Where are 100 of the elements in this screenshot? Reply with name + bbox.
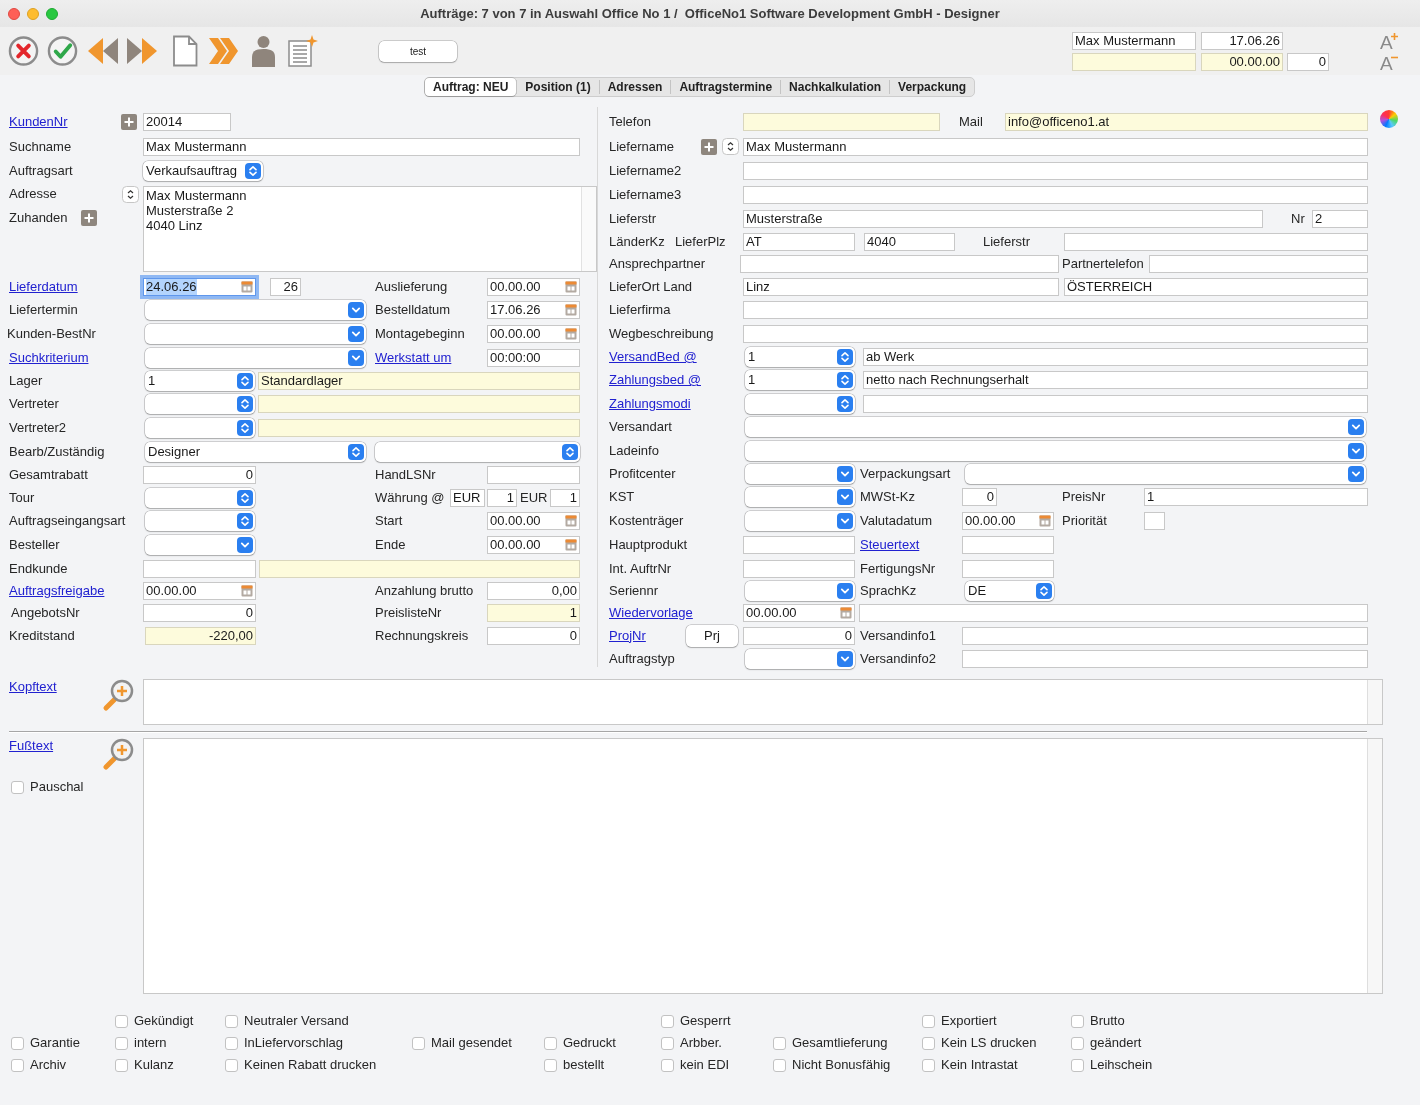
- tab[interactable]: Position (1): [517, 78, 599, 96]
- checkbox[interactable]: [661, 1036, 674, 1050]
- text-field[interactable]: 0: [487, 626, 580, 645]
- text-field[interactable]: 2: [1312, 210, 1368, 228]
- tab[interactable]: Verpackung: [890, 78, 975, 96]
- text-field[interactable]: 0: [743, 626, 855, 645]
- text-field[interactable]: [740, 255, 1059, 273]
- double-chevron-icon[interactable]: [208, 35, 239, 67]
- text-field[interactable]: [258, 419, 580, 437]
- person-icon[interactable]: [252, 35, 275, 67]
- text-field[interactable]: 00.00.00: [1201, 53, 1283, 71]
- select-field[interactable]: 1: [145, 370, 255, 391]
- tab[interactable]: Auftrag: NEU: [425, 78, 517, 96]
- plus-icon[interactable]: [701, 138, 717, 155]
- calendar-icon[interactable]: [565, 539, 577, 551]
- field-link[interactable]: Auftragsfreigabe: [9, 583, 105, 599]
- checkbox[interactable]: [773, 1036, 786, 1050]
- checkbox[interactable]: [225, 1014, 238, 1028]
- field-link[interactable]: Kopftext: [9, 679, 57, 695]
- text-area[interactable]: [143, 679, 1383, 725]
- checkbox[interactable]: [412, 1036, 425, 1050]
- date-field[interactable]: 00.00.00: [487, 512, 580, 530]
- checkbox[interactable]: [115, 1014, 128, 1028]
- combo-field[interactable]: [745, 417, 1366, 437]
- text-field[interactable]: [743, 162, 1368, 180]
- window-close-icon[interactable]: [8, 7, 20, 20]
- text-field[interactable]: 17.06.26: [1201, 32, 1283, 50]
- text-field[interactable]: 1: [550, 488, 580, 507]
- checkbox[interactable]: [1071, 1036, 1084, 1050]
- select-field[interactable]: 1: [745, 347, 855, 367]
- checkbox[interactable]: [544, 1058, 557, 1072]
- checkbox[interactable]: [1071, 1058, 1084, 1072]
- text-field[interactable]: 0: [962, 488, 997, 506]
- field-link[interactable]: Lieferdatum: [9, 278, 78, 295]
- field-link[interactable]: Werkstatt um: [375, 349, 452, 366]
- combo-field[interactable]: [745, 581, 855, 601]
- select-field[interactable]: Verkaufsauftrag: [143, 161, 263, 181]
- text-field[interactable]: 1: [487, 604, 580, 622]
- calendar-icon[interactable]: [565, 328, 577, 340]
- combo-field[interactable]: [745, 510, 855, 531]
- field-link[interactable]: Wiedervorlage: [609, 605, 693, 621]
- select-field[interactable]: DE: [965, 581, 1054, 601]
- date-field[interactable]: 00.00.00: [487, 536, 580, 554]
- close-circle-icon[interactable]: [8, 35, 39, 67]
- text-field[interactable]: [1072, 53, 1196, 71]
- text-field[interactable]: Max Mustermann: [1072, 32, 1196, 50]
- calendar-icon[interactable]: [565, 515, 577, 527]
- text-field[interactable]: [743, 186, 1368, 204]
- calendar-icon[interactable]: [840, 607, 852, 619]
- tab[interactable]: Nachkalkulation: [781, 78, 890, 96]
- date-field[interactable]: 17.06.26: [487, 301, 580, 319]
- select-field[interactable]: [745, 393, 855, 414]
- text-field[interactable]: 0,00: [487, 582, 580, 600]
- checkbox[interactable]: [922, 1014, 935, 1028]
- text-field[interactable]: 00:00:00: [487, 348, 580, 367]
- date-field[interactable]: 00.00.00: [143, 582, 256, 600]
- text-field[interactable]: Max Mustermann: [143, 137, 580, 156]
- text-field[interactable]: info@officeno1.at: [1005, 113, 1368, 131]
- document-sparkle-icon[interactable]: [288, 35, 318, 67]
- text-field[interactable]: [258, 395, 580, 413]
- select-field[interactable]: Designer: [145, 441, 366, 462]
- text-field[interactable]: 0: [1287, 53, 1329, 71]
- text-field[interactable]: [1144, 511, 1165, 530]
- field-link[interactable]: VersandBed @: [609, 349, 697, 365]
- text-field[interactable]: 4040: [864, 233, 955, 251]
- text-field[interactable]: [143, 559, 256, 578]
- text-field[interactable]: [1064, 233, 1368, 251]
- address-field[interactable]: Max Mustermann Musterstraße 2 4040 Linz: [143, 186, 597, 272]
- date-field[interactable]: 00.00.00: [487, 325, 580, 343]
- window-maximize-icon[interactable]: [46, 7, 58, 20]
- text-field[interactable]: [259, 559, 580, 578]
- text-field[interactable]: [743, 559, 855, 578]
- field-link[interactable]: Zahlungsbed @: [609, 372, 701, 388]
- tab[interactable]: Adressen: [599, 78, 671, 96]
- checkbox[interactable]: [11, 780, 24, 794]
- combo-field[interactable]: [745, 487, 855, 507]
- text-field[interactable]: EUR: [450, 488, 485, 507]
- calendar-icon[interactable]: [565, 304, 577, 316]
- plus-icon[interactable]: [121, 114, 137, 130]
- plus-icon[interactable]: [81, 210, 97, 226]
- select-field[interactable]: [375, 441, 580, 462]
- text-field[interactable]: 0: [143, 465, 256, 484]
- text-field[interactable]: Musterstraße: [743, 210, 1263, 228]
- checkbox[interactable]: [225, 1058, 238, 1072]
- text-field[interactable]: AT: [743, 233, 855, 251]
- combo-field[interactable]: [745, 440, 1366, 461]
- select-field[interactable]: 1: [745, 370, 855, 390]
- text-field[interactable]: [962, 559, 1054, 578]
- double-right-arrow-icon[interactable]: [125, 35, 158, 67]
- zoom-in-icon[interactable]: [102, 738, 134, 771]
- combo-field[interactable]: [965, 464, 1366, 484]
- up-down-icon[interactable]: [122, 185, 139, 203]
- up-down-icon[interactable]: [722, 138, 739, 155]
- combo-field[interactable]: [745, 649, 855, 669]
- text-field[interactable]: 1: [1144, 488, 1368, 506]
- text-field[interactable]: [743, 113, 940, 131]
- zoom-in-icon[interactable]: [102, 679, 134, 712]
- text-field[interactable]: Max Mustermann: [743, 137, 1368, 156]
- select-field[interactable]: [145, 394, 255, 414]
- document-icon[interactable]: [172, 35, 198, 67]
